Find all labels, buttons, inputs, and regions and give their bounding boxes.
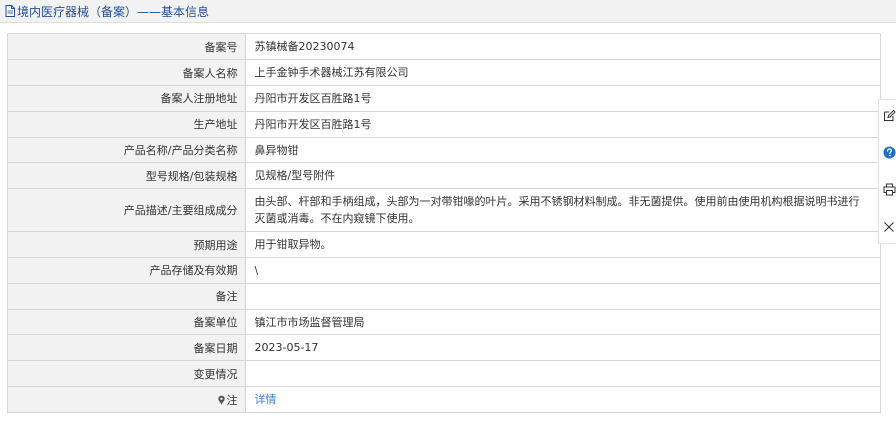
table-row: 变更情况 (8, 360, 880, 388)
row-label: 产品存储及有效期 (8, 257, 246, 284)
table-row: 备案人名称 上手金钟手术器械江苏有限公司 (8, 59, 880, 87)
row-value: 2023-05-17 (245, 334, 880, 362)
print-icon (883, 183, 896, 199)
row-label: 产品名称/产品分类名称 (8, 137, 246, 164)
table-row: 备案日期 2023-05-17 (8, 334, 880, 362)
table-row: 备案号 苏镇械备20230074 (8, 34, 880, 61)
side-toolbar (878, 99, 896, 244)
table-row: 备注 (8, 283, 880, 310)
row-value: 丹阳市开发区百胜路1号 (245, 85, 880, 112)
row-label: 备案号 (8, 34, 246, 61)
row-label: 型号规格/包装规格 (8, 162, 246, 190)
page-header: 境内医疗器械（备案）——基本信息 (0, 0, 896, 23)
note-label-wrap: 注 (217, 392, 238, 408)
row-label: 生产地址 (8, 111, 246, 138)
row-label: 备案人注册地址 (8, 85, 246, 112)
row-value (245, 360, 880, 388)
row-label: 预期用途 (8, 231, 246, 259)
row-value: 见规格/型号附件 (245, 162, 880, 190)
help-icon (883, 146, 896, 162)
row-value: 详情 (245, 387, 880, 413)
page: 境内医疗器械（备案）——基本信息 备案号 苏镇械备20230074 备案人名称 … (0, 0, 896, 423)
close-icon (883, 221, 895, 236)
row-value: 镇江市市场监督管理局 (245, 309, 880, 336)
table-row: 产品存储及有效期 \ (8, 257, 880, 284)
table-row: 备案人注册地址 丹阳市开发区百胜路1号 (8, 85, 880, 112)
row-label: 变更情况 (8, 360, 246, 388)
table-row: 备案单位 镇江市市场监督管理局 (8, 309, 880, 336)
edit-button[interactable] (881, 109, 896, 125)
table-row: 注 详情 (8, 386, 880, 413)
document-icon (5, 5, 15, 17)
print-button[interactable] (881, 183, 896, 199)
row-value: 鼻异物钳 (245, 137, 880, 164)
row-label: 备案单位 (8, 309, 246, 336)
edit-icon (883, 109, 896, 125)
page-title: 境内医疗器械（备案）——基本信息 (17, 4, 210, 19)
help-button[interactable] (881, 146, 896, 162)
info-table: 备案号 苏镇械备20230074 备案人名称 上手金钟手术器械江苏有限公司 备案… (7, 33, 881, 414)
row-value: 丹阳市开发区百胜路1号 (245, 111, 880, 138)
details-link[interactable]: 详情 (255, 393, 277, 406)
table-row: 产品名称/产品分类名称 鼻异物钳 (8, 137, 880, 164)
row-value: \ (245, 257, 880, 284)
table-row: 型号规格/包装规格 见规格/型号附件 (8, 162, 880, 190)
row-value: 由头部、杆部和手柄组成，头部为一对带钳喙的叶片。采用不锈钢材料制成。非无菌提供。… (245, 188, 880, 233)
row-label: 备案日期 (8, 334, 246, 362)
row-value: 上手金钟手术器械江苏有限公司 (245, 59, 880, 87)
table-row: 产品描述/主要组成成分 由头部、杆部和手柄组成，头部为一对带钳喙的叶片。采用不锈… (8, 188, 880, 233)
note-label-text: 注 (226, 393, 238, 407)
row-value: 苏镇械备20230074 (245, 34, 880, 61)
row-label: 备注 (8, 283, 246, 310)
close-button[interactable] (881, 220, 896, 236)
pin-icon (217, 395, 226, 405)
row-value: 用于钳取异物。 (245, 231, 880, 259)
table-row: 预期用途 用于钳取异物。 (8, 231, 880, 259)
note-row-label: 注 (8, 386, 246, 413)
table-row: 生产地址 丹阳市开发区百胜路1号 (8, 111, 880, 138)
row-value (245, 283, 880, 310)
row-label: 产品描述/主要组成成分 (8, 188, 246, 233)
row-label: 备案人名称 (8, 59, 246, 87)
